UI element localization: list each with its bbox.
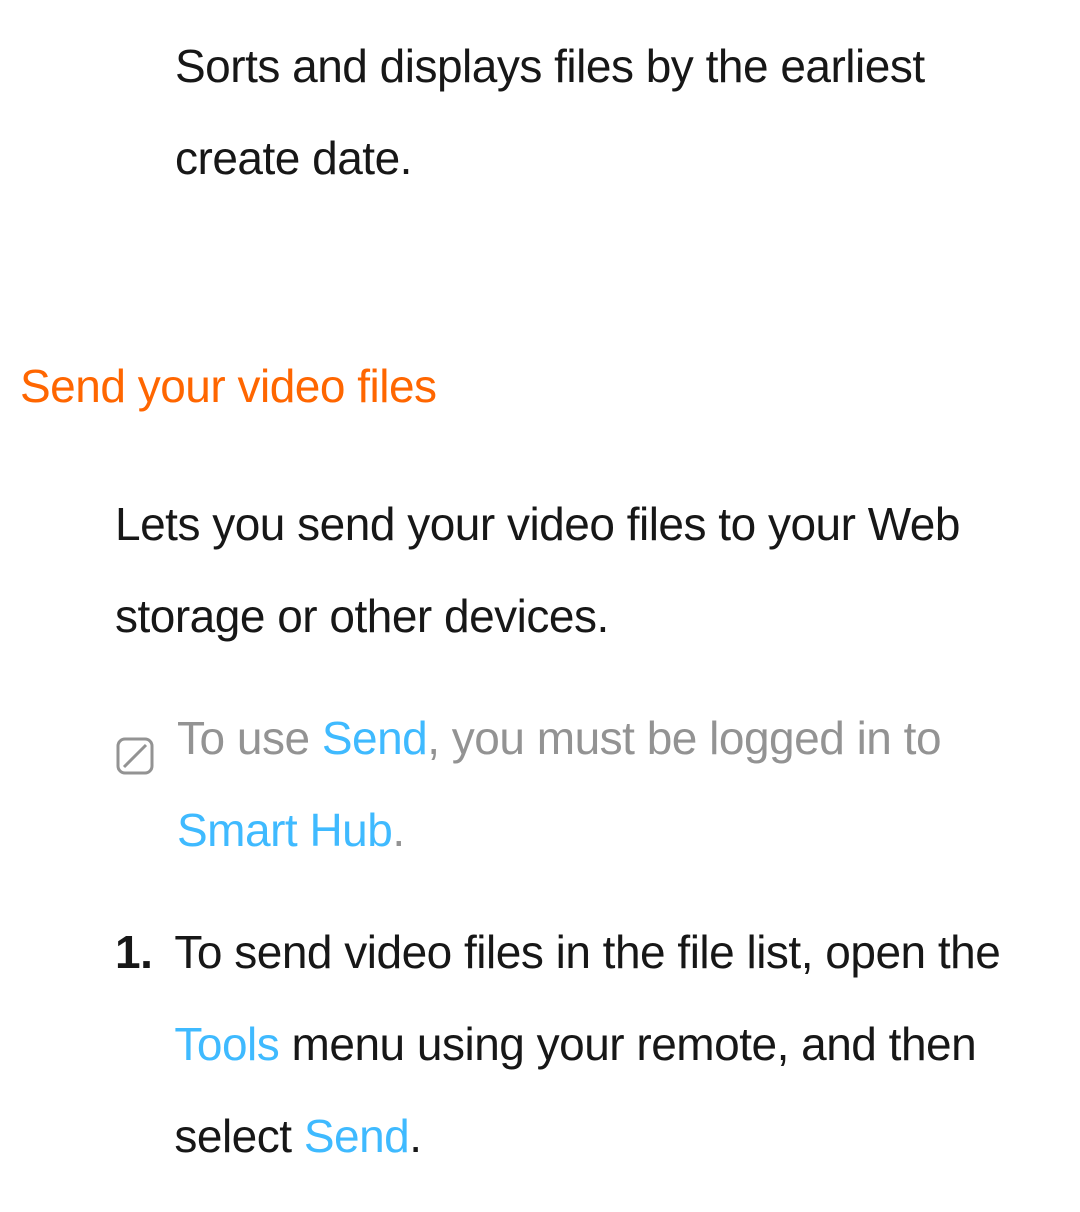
- note-segment: To use: [177, 712, 322, 764]
- step-number: 1.: [115, 906, 152, 1182]
- intro-paragraph: Lets you send your video files to your W…: [115, 478, 1050, 662]
- top-text: Sorts and displays files by the earliest…: [175, 40, 925, 184]
- heading-text: Send your video files: [20, 360, 437, 412]
- note-segment: .: [392, 804, 404, 856]
- send-keyword: Send: [322, 712, 427, 764]
- section-heading: Send your video files: [20, 354, 1050, 418]
- note-block: To use Send, you must be logged in to Sm…: [115, 692, 1050, 876]
- step-1: 1. To send video files in the file list,…: [115, 906, 1050, 1182]
- step-segment: To send video files in the file list, op…: [174, 926, 1000, 978]
- send-keyword: Send: [304, 1110, 409, 1162]
- note-text: To use Send, you must be logged in to Sm…: [177, 692, 1050, 876]
- smart-hub-keyword: Smart Hub: [177, 804, 392, 856]
- top-paragraph: Sorts and displays files by the earliest…: [175, 20, 1050, 204]
- step-segment: menu using your remote, and then select: [174, 1018, 976, 1162]
- tools-keyword: Tools: [174, 1018, 279, 1070]
- intro-text: Lets you send your video files to your W…: [115, 498, 960, 642]
- manual-page: Sorts and displays files by the earliest…: [0, 0, 1080, 1212]
- step-segment: .: [409, 1110, 421, 1162]
- step-text: To send video files in the file list, op…: [174, 906, 1050, 1182]
- note-icon: [115, 714, 155, 876]
- note-segment: , you must be logged in to: [427, 712, 941, 764]
